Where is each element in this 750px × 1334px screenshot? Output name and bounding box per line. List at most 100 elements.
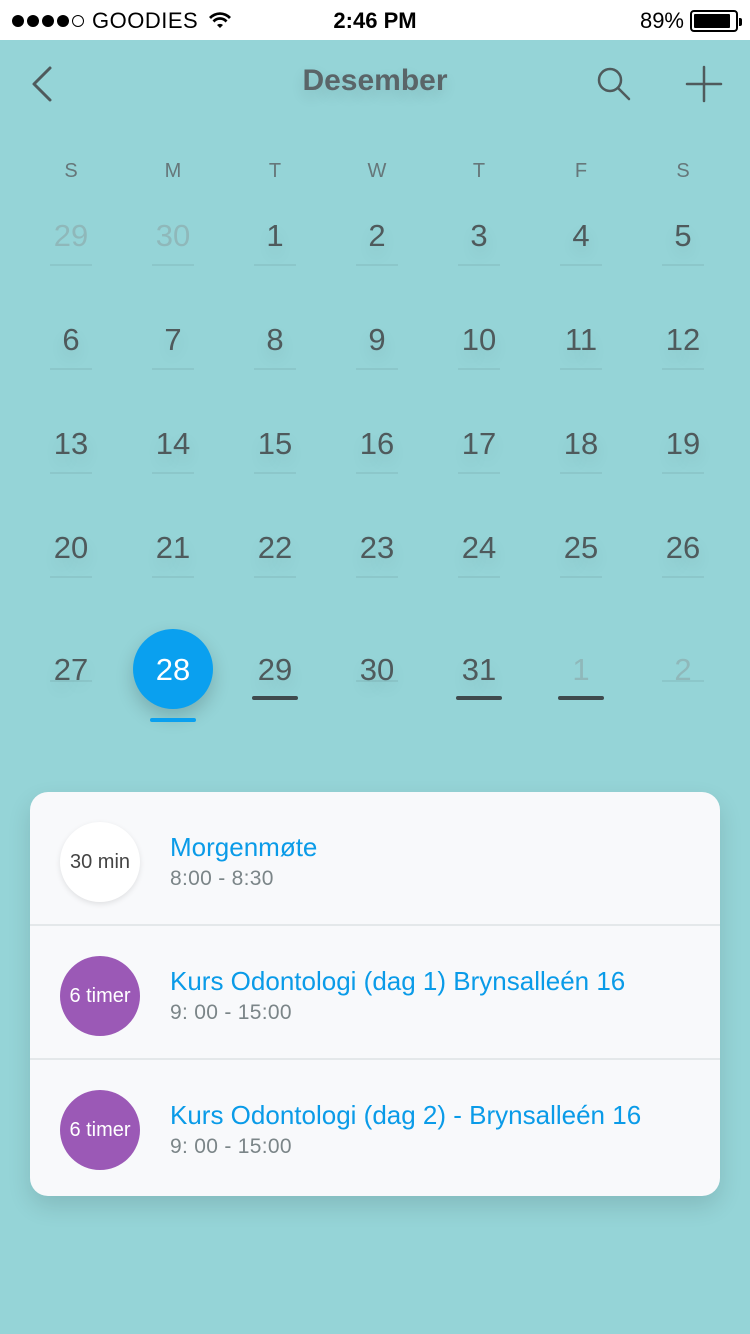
day-number: 11 [564, 322, 598, 357]
day-underline [152, 368, 194, 370]
day-number: 26 [665, 530, 701, 565]
duration-badge: 30 min [60, 822, 140, 902]
calendar-day[interactable]: 29 [20, 200, 122, 304]
calendar-week-row: 13 14 15 16 17 18 19 [20, 408, 734, 512]
day-number: 12 [665, 322, 701, 357]
day-number: 2 [368, 218, 386, 253]
day-underline [560, 576, 602, 578]
event-indicator [558, 696, 604, 700]
day-number: 21 [155, 530, 191, 565]
calendar-week-row: 27 28 29 30 31 1 2 [20, 616, 734, 722]
day-underline [356, 680, 398, 682]
calendar-day[interactable]: 16 [326, 408, 428, 512]
search-button[interactable] [590, 60, 638, 108]
day-underline [50, 368, 92, 370]
calendar-day[interactable]: 1 [530, 616, 632, 720]
day-number: 28 [155, 652, 191, 687]
calendar-day[interactable]: 17 [428, 408, 530, 512]
day-underline [458, 472, 500, 474]
calendar-day[interactable]: 26 [632, 512, 734, 616]
day-underline [356, 472, 398, 474]
event-title: Kurs Odontologi (dag 2) - Brynsalleén 16 [170, 1100, 642, 1130]
day-number: 17 [461, 426, 497, 461]
add-event-button[interactable] [680, 60, 728, 108]
calendar-day[interactable]: 13 [20, 408, 122, 512]
calendar-day[interactable]: 18 [530, 408, 632, 512]
calendar-day[interactable]: 2 [632, 616, 734, 720]
calendar-day[interactable]: 1 [224, 200, 326, 304]
calendar-day[interactable]: 15 [224, 408, 326, 512]
day-number: 23 [359, 530, 395, 565]
day-underline [560, 472, 602, 474]
battery-icon [690, 10, 742, 32]
day-underline [50, 472, 92, 474]
day-number: 13 [53, 426, 89, 461]
event-item[interactable]: 30 min Morgenmøte 8:00 - 8:30 [30, 792, 720, 926]
day-number: 27 [53, 652, 89, 687]
day-underline [356, 576, 398, 578]
weekday-label: S [64, 160, 78, 182]
day-number: 19 [665, 426, 701, 461]
calendar-header: Desember [0, 40, 750, 130]
status-bar: GOODIES 2:46 PM 89% [0, 0, 750, 40]
event-time: 8:00 - 8:30 [170, 867, 274, 890]
day-underline [50, 264, 92, 266]
event-title: Morgenmøte [170, 832, 318, 862]
day-underline [458, 264, 500, 266]
calendar-day[interactable]: 11 [530, 304, 632, 408]
events-list: 30 min Morgenmøte 8:00 - 8:30 6 timer Kurs O… [30, 792, 720, 1196]
day-number: 31 [461, 652, 497, 687]
day-underline [150, 718, 196, 722]
day-underline [458, 576, 500, 578]
calendar-day[interactable]: 3 [428, 200, 530, 304]
event-item[interactable]: 6 timer Kurs Odontologi (dag 1) Brynsalle… [30, 926, 720, 1060]
day-number: 29 [257, 652, 293, 687]
calendar-day[interactable]: 14 [122, 408, 224, 512]
calendar-day[interactable]: 24 [428, 512, 530, 616]
day-number: 20 [53, 530, 89, 565]
calendar-day[interactable]: 20 [20, 512, 122, 616]
calendar-day[interactable]: 8 [224, 304, 326, 408]
calendar-day[interactable]: 31 [428, 616, 530, 720]
day-number: 1 [266, 218, 284, 253]
calendar-day[interactable]: 4 [530, 200, 632, 304]
calendar-day[interactable]: 30 [122, 200, 224, 304]
day-number: 3 [470, 218, 488, 253]
weekday-label: T [268, 160, 282, 182]
calendar-day[interactable]: 29 [224, 616, 326, 720]
calendar-day[interactable]: 5 [632, 200, 734, 304]
calendar-day[interactable]: 12 [632, 304, 734, 408]
duration-badge: 6 timer [60, 1090, 140, 1170]
day-number: 30 [359, 652, 395, 687]
calendar-day[interactable]: 23 [326, 512, 428, 616]
calendar-day[interactable]: 30 [326, 616, 428, 720]
day-number: 2 [674, 652, 692, 687]
battery-percent: 89% [639, 8, 684, 33]
day-underline [152, 576, 194, 578]
day-underline [50, 576, 92, 578]
day-underline [152, 264, 194, 266]
calendar-week-row: 29 30 1 2 3 4 5 [20, 200, 734, 304]
day-number: 6 [62, 322, 80, 357]
day-number: 1 [572, 652, 590, 687]
calendar-day[interactable]: 6 [20, 304, 122, 408]
day-underline [662, 472, 704, 474]
event-indicator [456, 696, 502, 700]
calendar-day[interactable]: 10 [428, 304, 530, 408]
calendar-day[interactable]: 19 [632, 408, 734, 512]
status-time: 2:46 PM [333, 8, 417, 33]
calendar-day[interactable]: 21 [122, 512, 224, 616]
calendar-day[interactable]: 2 [326, 200, 428, 304]
day-number: 5 [674, 218, 692, 253]
calendar-day[interactable]: 22 [224, 512, 326, 616]
calendar-day[interactable]: 7 [122, 304, 224, 408]
calendar-day[interactable]: 25 [530, 512, 632, 616]
calendar-day[interactable]: 9 [326, 304, 428, 408]
calendar-day[interactable]: 27 [20, 616, 122, 720]
weekday-label: F [574, 160, 588, 182]
day-number: 4 [572, 218, 590, 253]
calendar-day-selected[interactable]: 28 [122, 616, 224, 722]
day-number: 22 [257, 530, 293, 565]
event-item[interactable]: 6 timer Kurs Odontologi (dag 2) - Brynsal… [30, 1060, 720, 1194]
day-underline [560, 264, 602, 266]
